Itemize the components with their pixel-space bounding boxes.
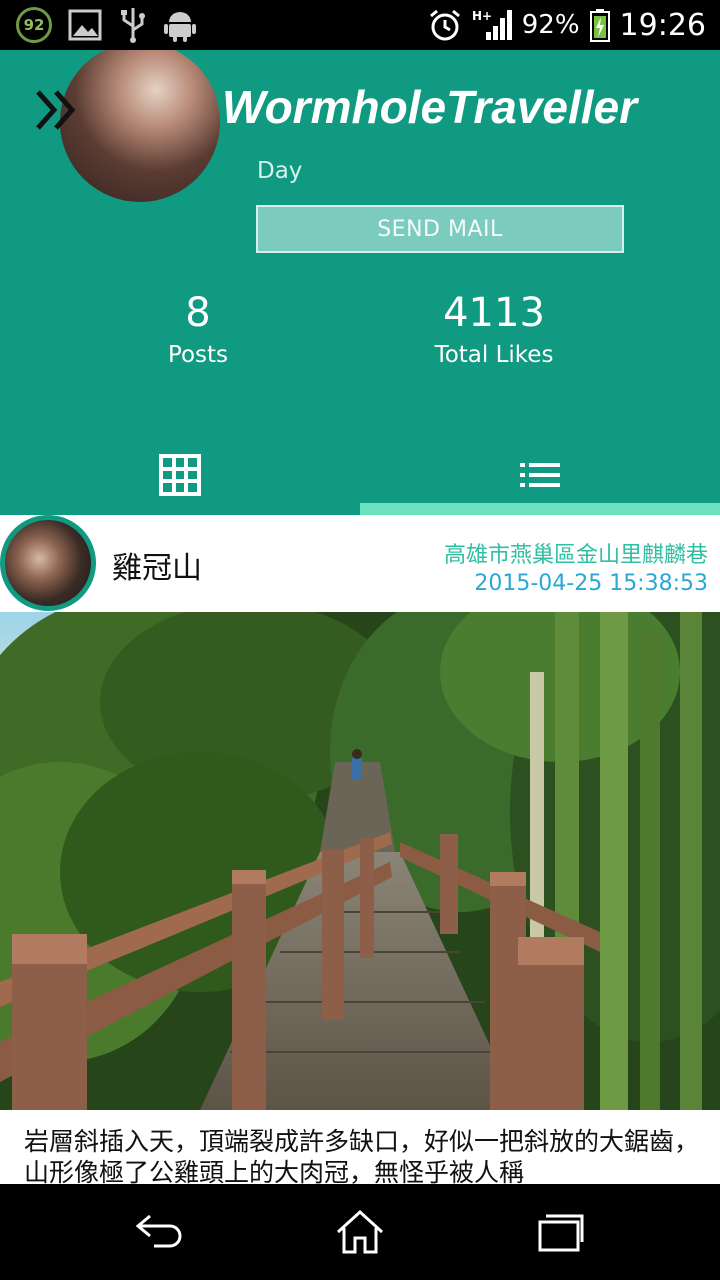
- post-avatar[interactable]: [0, 515, 96, 611]
- navigation-bar: [0, 1184, 720, 1280]
- android-icon: [164, 12, 196, 42]
- status-bar-left: 92: [16, 6, 196, 44]
- post-photo[interactable]: [0, 612, 720, 1110]
- tab-grid[interactable]: [0, 435, 360, 515]
- bamboo-path-photo: [0, 612, 720, 1110]
- status-bar-right: H+ 92% 19:26: [428, 4, 706, 46]
- likes-label: Total Likes: [434, 342, 554, 368]
- usb-icon: [121, 8, 145, 43]
- svg-text:H+: H+: [472, 9, 492, 23]
- battery-icon: [589, 9, 610, 42]
- alarm-icon: [429, 9, 460, 41]
- app-title: WormholeTraveller: [222, 81, 638, 133]
- posts-stat[interactable]: 8 Posts: [88, 290, 308, 368]
- recents-icon[interactable]: [530, 1204, 590, 1260]
- clock: 19:26: [619, 7, 706, 43]
- notification-count: 92: [23, 16, 45, 34]
- profile-header: WormholeTraveller Day SEND MAIL 8 Posts …: [0, 50, 720, 515]
- send-mail-button[interactable]: SEND MAIL: [256, 205, 624, 253]
- signal-icon: H+: [472, 9, 512, 40]
- image-icon: [68, 9, 102, 41]
- posts-count: 8: [185, 290, 211, 336]
- home-icon[interactable]: [330, 1204, 390, 1260]
- posts-label: Posts: [167, 342, 229, 368]
- drawer-toggle-icon[interactable]: [30, 82, 86, 138]
- active-tab-indicator: [360, 503, 720, 515]
- list-icon: [520, 463, 560, 487]
- profile-subtitle: Day: [257, 158, 303, 184]
- post-header[interactable]: 雞冠山 高雄市燕巢區金山里麒麟巷 2015-04-25 15:38:53: [0, 515, 720, 612]
- post-caption: 岩層斜插入天，頂端裂成許多缺口，好似一把斜放的大鋸齒，山形像極了公雞頭上的大肉冠…: [0, 1110, 720, 1184]
- status-bar: 92 H+ 92% 19:26: [0, 0, 720, 50]
- counter-icon: 92: [16, 7, 52, 43]
- post-datetime: 2015-04-25 15:38:53: [474, 571, 708, 596]
- post-location[interactable]: 高雄市燕巢區金山里麒麟巷: [444, 537, 708, 569]
- likes-stat[interactable]: 4113 Total Likes: [384, 290, 604, 368]
- grid-icon: [159, 454, 201, 496]
- post-title: 雞冠山: [112, 551, 202, 586]
- back-icon[interactable]: [130, 1204, 190, 1260]
- caption-text: 岩層斜插入天，頂端裂成許多缺口，好似一把斜放的大鋸齒，山形像極了公雞頭上的大肉冠…: [24, 1127, 700, 1184]
- battery-percent: 92%: [521, 10, 580, 40]
- likes-count: 4113: [443, 290, 545, 336]
